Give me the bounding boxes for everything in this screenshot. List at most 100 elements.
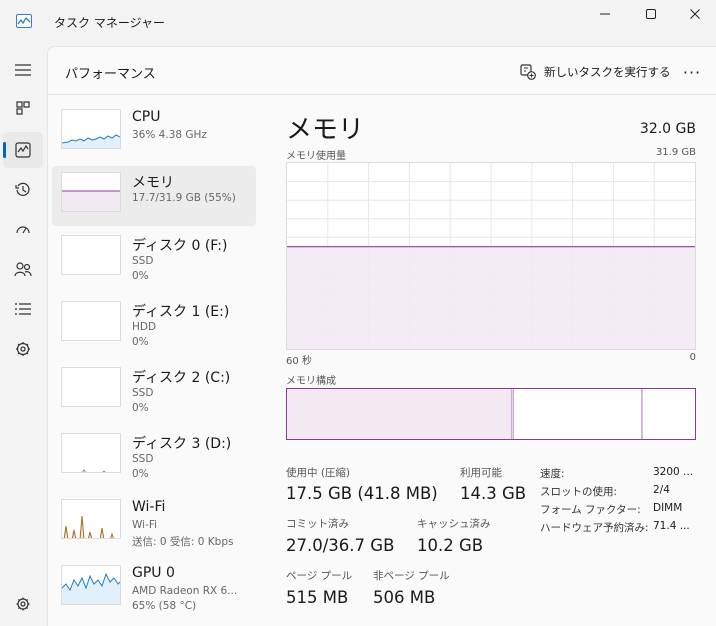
hamburger-icon bbox=[15, 64, 31, 76]
nav-users[interactable] bbox=[3, 251, 43, 287]
slots-used-value: 2/4 bbox=[653, 484, 670, 496]
close-button[interactable] bbox=[672, 2, 716, 26]
wifi-thumbnail-graph bbox=[61, 499, 121, 539]
device-type: SSD bbox=[132, 387, 154, 399]
available-value: 14.3 GB bbox=[460, 484, 527, 503]
memory-usage-label: メモリ使用量 bbox=[286, 151, 346, 162]
paged-pool-label: ページ プール bbox=[286, 570, 353, 582]
nav-startup-apps[interactable] bbox=[3, 212, 43, 248]
device-item-cpu[interactable]: CPU 36% 4.38 GHz bbox=[52, 103, 256, 163]
device-usage: 0% bbox=[132, 336, 149, 348]
memory-usage-max: 31.9 GB bbox=[655, 147, 696, 158]
run-new-task-label: 新しいタスクを実行する bbox=[544, 65, 671, 79]
form-factor-label: フォーム ファクター: bbox=[540, 504, 641, 516]
hardware-reserved-label: ハードウェア予約済み: bbox=[540, 522, 649, 534]
hamburger-menu-button[interactable] bbox=[3, 52, 43, 88]
composition-in-use bbox=[287, 389, 512, 439]
nav-processes[interactable] bbox=[3, 90, 43, 126]
memory-title: メモリ bbox=[286, 115, 365, 145]
device-model: AMD Radeon RX 6... bbox=[132, 585, 238, 597]
disk-thumbnail-graph bbox=[61, 433, 121, 473]
device-name: CPU bbox=[132, 109, 161, 125]
run-new-task-button[interactable]: 新しいタスクを実行する bbox=[520, 61, 671, 83]
device-name: ディスク 1 (E:) bbox=[132, 304, 230, 320]
cpu-thumbnail-graph bbox=[61, 109, 121, 149]
nav-app-history[interactable] bbox=[3, 172, 43, 208]
device-usage: 0% bbox=[132, 402, 149, 414]
device-type: SSD bbox=[132, 255, 154, 267]
committed-label: コミット済み bbox=[286, 518, 349, 530]
graph-axis-time-label: 60 秒 bbox=[286, 356, 312, 367]
panel-header: パフォーマンス 新しいタスクを実行する ··· bbox=[48, 47, 716, 95]
disk-thumbnail-graph bbox=[61, 301, 121, 341]
users-icon bbox=[14, 262, 32, 277]
committed-value: 27.0/36.7 GB bbox=[286, 536, 395, 555]
title-bar: タスク マネージャー bbox=[0, 0, 716, 44]
available-label: 利用可能 bbox=[460, 467, 502, 479]
speedometer-icon bbox=[16, 226, 30, 234]
disk-thumbnail-graph bbox=[61, 235, 121, 275]
close-icon bbox=[690, 9, 700, 19]
device-type: SSD bbox=[132, 453, 154, 465]
nonpaged-pool-label: 非ページ プール bbox=[373, 570, 450, 582]
device-type: HDD bbox=[132, 321, 157, 333]
device-name: GPU 0 bbox=[132, 565, 175, 581]
device-list: CPU 36% 4.38 GHz メモリ 17.7/31.9 GB (55%) … bbox=[52, 103, 258, 623]
memory-composition-bar bbox=[286, 388, 696, 440]
minimize-button[interactable] bbox=[582, 2, 628, 26]
device-usage: 65% (58 °C) bbox=[132, 600, 197, 612]
device-usage: 0% bbox=[132, 468, 149, 480]
device-item-disk-2[interactable]: ディスク 2 (C:) SSD 0% bbox=[52, 361, 256, 421]
device-name: ディスク 0 (F:) bbox=[132, 238, 228, 254]
device-usage: 0% bbox=[132, 270, 149, 282]
memory-usage-graph bbox=[286, 162, 696, 350]
nav-performance[interactable] bbox=[3, 132, 43, 168]
minimize-icon bbox=[600, 13, 610, 15]
cached-label: キャッシュ済み bbox=[417, 518, 491, 530]
device-item-disk-1[interactable]: ディスク 1 (E:) HDD 0% bbox=[52, 295, 256, 355]
history-clock-icon bbox=[15, 182, 30, 196]
list-icon bbox=[15, 303, 31, 315]
maximize-button[interactable] bbox=[628, 2, 674, 26]
more-options-icon: ··· bbox=[682, 62, 702, 82]
slots-used-label: スロットの使用: bbox=[540, 486, 618, 498]
puzzle-gear-icon bbox=[16, 342, 30, 356]
speed-value: 3200 ... bbox=[653, 466, 694, 478]
nav-settings[interactable] bbox=[3, 586, 43, 622]
gpu-thumbnail-graph bbox=[61, 565, 121, 605]
device-throughput: 送信: 0 受信: 0 Kbps bbox=[132, 536, 234, 548]
device-item-memory[interactable]: メモリ 17.7/31.9 GB (55%) bbox=[52, 166, 256, 226]
device-name: メモリ bbox=[132, 175, 174, 191]
memory-total: 32.0 GB bbox=[639, 121, 696, 137]
nav-details[interactable] bbox=[3, 291, 43, 327]
settings-gear-icon bbox=[16, 597, 30, 611]
run-task-icon bbox=[520, 64, 536, 80]
disk-thumbnail-graph bbox=[61, 367, 121, 407]
memory-thumbnail-graph bbox=[61, 172, 121, 212]
device-item-disk-3[interactable]: ディスク 3 (D:) SSD 0% bbox=[52, 427, 256, 487]
device-item-disk-0[interactable]: ディスク 0 (F:) SSD 0% bbox=[52, 229, 256, 289]
device-stats: 17.7/31.9 GB (55%) bbox=[132, 192, 236, 204]
performance-panel: パフォーマンス 新しいタスクを実行する ··· CPU 36% 4.38 GHz… bbox=[47, 46, 716, 626]
app-title: タスク マネージャー bbox=[54, 16, 165, 30]
memory-composition-label: メモリ構成 bbox=[286, 376, 336, 387]
in-use-label: 使用中 (圧縮) bbox=[286, 467, 351, 479]
nav-services[interactable] bbox=[3, 331, 43, 367]
memory-usage-area bbox=[287, 246, 695, 349]
more-options-button[interactable]: ··· bbox=[680, 61, 704, 83]
graph-axis-zero-label: 0 bbox=[689, 352, 696, 363]
cached-value: 10.2 GB bbox=[417, 536, 484, 555]
processes-grid-icon bbox=[16, 101, 30, 115]
device-stats: 36% 4.38 GHz bbox=[132, 129, 207, 141]
device-name: ディスク 2 (C:) bbox=[132, 370, 231, 386]
performance-chart-icon bbox=[15, 142, 31, 158]
in-use-value: 17.5 GB (41.8 MB) bbox=[286, 484, 438, 503]
device-item-wifi[interactable]: Wi-Fi Wi-Fi 送信: 0 受信: 0 Kbps bbox=[52, 493, 256, 553]
device-item-gpu[interactable]: GPU 0 AMD Radeon RX 6... 65% (58 °C) bbox=[52, 559, 256, 619]
speed-label: 速度: bbox=[540, 468, 565, 480]
paged-pool-value: 515 MB bbox=[286, 588, 349, 607]
maximize-icon bbox=[646, 9, 656, 19]
nonpaged-pool-value: 506 MB bbox=[373, 588, 436, 607]
page-title: パフォーマンス bbox=[65, 67, 156, 82]
form-factor-value: DIMM bbox=[653, 502, 683, 514]
